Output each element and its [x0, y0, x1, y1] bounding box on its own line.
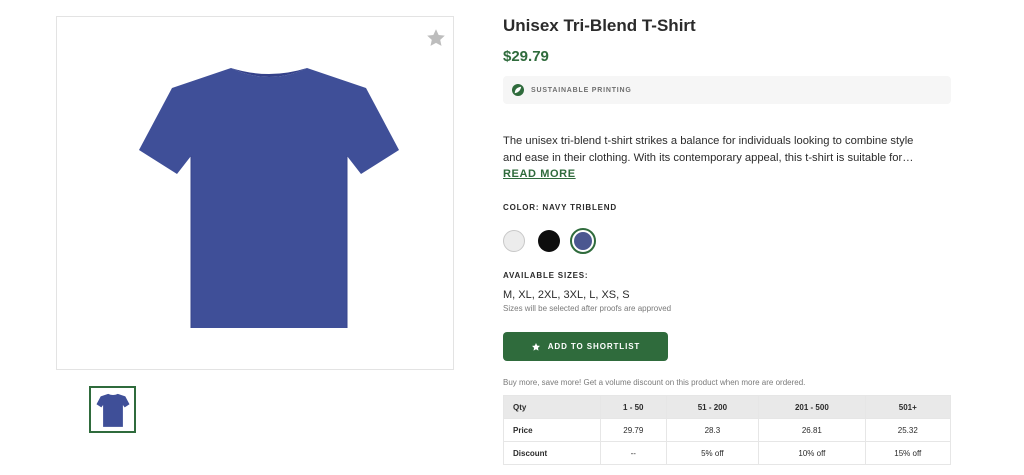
table-row: Price 29.79 28.3 26.81 25.32	[503, 418, 952, 442]
sustainable-badge: SUSTAINABLE PRINTING	[503, 76, 951, 104]
table-header-cell: 51 - 200	[665, 395, 760, 419]
product-description: The unisex tri-blend t-shirt strikes a b…	[503, 133, 951, 167]
table-row: Discount -- 5% off 10% off 15% off	[503, 441, 952, 465]
favorite-star-icon[interactable]	[425, 27, 447, 49]
navy-swatch-fill	[574, 232, 592, 250]
table-cell: 29.79	[600, 418, 667, 442]
tshirt-thumbnail-icon	[96, 393, 129, 427]
sizes-list: M, XL, 2XL, 3XL, L, XS, S	[503, 289, 630, 301]
read-more-link[interactable]: READ MORE	[503, 168, 576, 180]
table-header-row: Qty 1 - 50 51 - 200 201 - 500 501+	[503, 395, 952, 419]
table-header-cell: 501+	[864, 395, 952, 419]
product-price: $29.79	[503, 48, 549, 65]
sizes-note: Sizes will be selected after proofs are …	[503, 304, 672, 313]
table-cell: --	[600, 441, 667, 465]
star-icon	[531, 342, 540, 351]
table-cell: 28.3	[665, 418, 760, 442]
color-swatch-black[interactable]	[538, 230, 560, 252]
color-label: COLOR: NAVY TRIBLEND	[503, 203, 617, 212]
badge-label: SUSTAINABLE PRINTING	[531, 86, 632, 94]
add-to-shortlist-button[interactable]: ADD TO SHORTLIST	[503, 332, 668, 361]
color-swatch-white[interactable]	[503, 230, 525, 252]
table-cell: Discount	[503, 441, 601, 465]
table-cell: 26.81	[758, 418, 866, 442]
description-line: and ease in their clothing. With its con…	[503, 152, 914, 164]
table-header-cell: 201 - 500	[758, 395, 866, 419]
table-header-cell: Qty	[503, 395, 601, 419]
table-cell: Price	[503, 418, 601, 442]
description-line: The unisex tri-blend t-shirt strikes a b…	[503, 135, 914, 147]
table-cell: 5% off	[665, 441, 760, 465]
tshirt-product-image	[139, 68, 399, 328]
product-image-frame	[56, 16, 454, 370]
leaf-icon	[512, 84, 524, 96]
table-cell: 15% off	[864, 441, 952, 465]
shortlist-label: ADD TO SHORTLIST	[547, 342, 641, 351]
thumbnail-tshirt[interactable]	[89, 386, 136, 433]
volume-price-table: Qty 1 - 50 51 - 200 201 - 500 501+ Price…	[503, 395, 952, 465]
sizes-label: AVAILABLE SIZES:	[503, 271, 589, 280]
volume-discount-note: Buy more, save more! Get a volume discou…	[503, 378, 806, 387]
table-header-cell: 1 - 50	[600, 395, 667, 419]
table-cell: 10% off	[758, 441, 866, 465]
table-cell: 25.32	[864, 418, 952, 442]
product-title: Unisex Tri-Blend T-Shirt	[503, 16, 696, 35]
color-swatch-navy-selected[interactable]	[570, 228, 596, 254]
